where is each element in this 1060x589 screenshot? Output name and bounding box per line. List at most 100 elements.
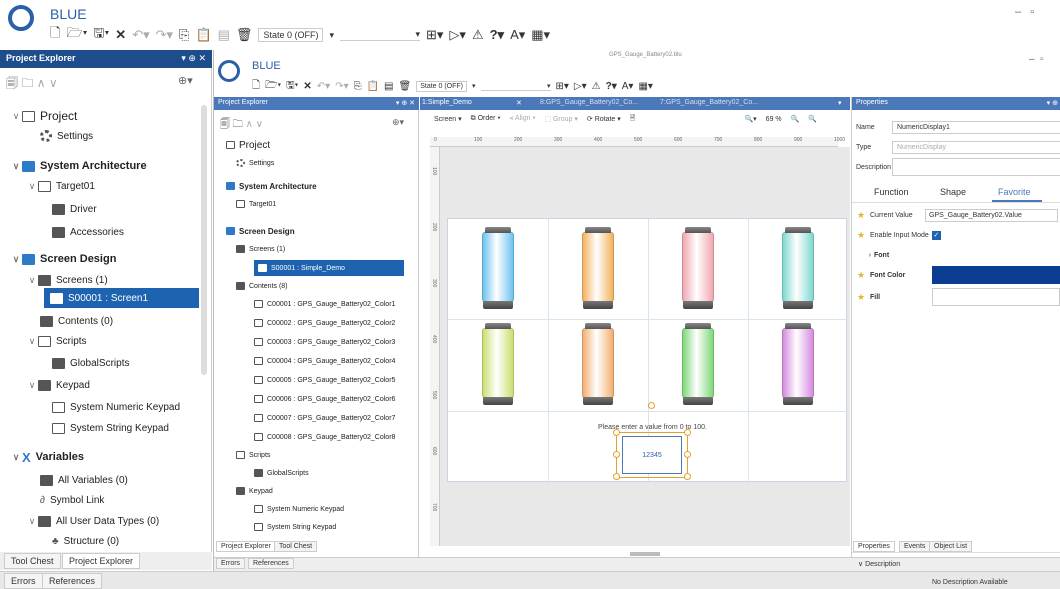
- run-icon[interactable]: ▷▾: [449, 27, 466, 43]
- inner-tree-item-globalscripts[interactable]: GlobalScripts: [254, 465, 309, 481]
- inner-tree-item-settings[interactable]: Settings: [236, 155, 274, 171]
- prop-current-value[interactable]: GPS_Gauge_Battery02.Value: [925, 208, 1058, 222]
- group-menu[interactable]: ⬚ Group ▾: [544, 115, 578, 123]
- inner-tree-item-project[interactable]: Project: [226, 137, 270, 153]
- copy-icon[interactable]: ⎘: [179, 27, 189, 43]
- state-select[interactable]: State 0 (OFF): [258, 28, 324, 42]
- properties-pin-icon[interactable]: ▾ ⊕: [1047, 99, 1058, 107]
- font-color-swatch[interactable]: [932, 266, 1060, 284]
- tree-item-driver[interactable]: Driver: [52, 199, 97, 219]
- help-icon[interactable]: ?▾: [490, 27, 504, 43]
- resize-handle-mr[interactable]: [684, 451, 691, 458]
- tree-item-user-data-types[interactable]: ∨ All User Data Types (0): [26, 511, 159, 531]
- preview-icon[interactable]: 🗎: [630, 114, 636, 125]
- save-icon[interactable]: 🖫▾: [93, 24, 109, 46]
- inner-tree-item-scripts[interactable]: Scripts: [236, 447, 270, 463]
- tree-item-structure[interactable]: ♣ Structure (0): [52, 531, 119, 551]
- inner-state-dropdown-icon[interactable]: ▾: [472, 82, 476, 90]
- inner-tab-errors[interactable]: Errors: [216, 558, 246, 569]
- inner-tree-item-content-8[interactable]: C00008 : GPS_Gauge_Battery02_Color8: [254, 429, 395, 445]
- window-controls[interactable]: – ▫: [1015, 6, 1034, 18]
- selection-handles[interactable]: [616, 432, 688, 478]
- inner-panel-pin-icon[interactable]: ▾ ⊕ ✕: [396, 99, 415, 107]
- battery-gauge[interactable]: [682, 227, 714, 309]
- favorite-star-icon[interactable]: ★: [852, 210, 870, 221]
- inner-explorer-settings-icon[interactable]: ⊕▾: [392, 117, 404, 128]
- tree-item-scripts[interactable]: ∨ Scripts: [26, 331, 87, 351]
- resize-handle-top[interactable]: [648, 402, 655, 409]
- undo-icon[interactable]: ↶▾: [132, 27, 149, 43]
- battery-gauge[interactable]: [582, 323, 614, 405]
- tab-properties[interactable]: Properties: [853, 541, 895, 552]
- font-size-icon[interactable]: A▾: [510, 27, 525, 43]
- zoom-in-icon[interactable]: 🔍: [791, 115, 800, 123]
- tab-events[interactable]: Events: [899, 541, 931, 552]
- inner-window-controls[interactable]: – ▫: [1029, 54, 1044, 65]
- inner-open-icon[interactable]: 🗁▾: [265, 78, 281, 95]
- inner-redo-icon[interactable]: ↷▾: [335, 81, 348, 92]
- fill-swatch[interactable]: [932, 288, 1060, 306]
- tree-item-screens[interactable]: ∨ Screens (1): [26, 270, 108, 290]
- outer-explorer-settings-icon[interactable]: ⊕▾: [178, 74, 193, 87]
- inner-tree-item-content-5[interactable]: C00005 : GPS_Gauge_Battery02_Color5: [254, 372, 395, 388]
- tree-item-screen1-selected[interactable]: S00001 : Screen1: [44, 288, 199, 308]
- inner-tab-project-explorer[interactable]: Project Explorer: [216, 541, 276, 552]
- tab-favorite[interactable]: Favorite: [998, 187, 1031, 197]
- inner-save-icon[interactable]: 🖫▾: [286, 78, 298, 95]
- zoom-out-icon[interactable]: 🔍▾: [744, 115, 756, 123]
- down-icon[interactable]: ∨: [49, 76, 58, 90]
- tree-item-contents[interactable]: Contents (0): [40, 311, 113, 331]
- tree-item-variables[interactable]: ∨ X Variables: [10, 447, 84, 467]
- zoom-level[interactable]: 69 %: [766, 116, 782, 123]
- enable-input-checkbox[interactable]: ✓: [931, 230, 941, 240]
- inner-tree-item-content-3[interactable]: C00003 : GPS_Gauge_Battery02_Color3: [254, 334, 395, 350]
- inner-font-icon[interactable]: A▾: [622, 81, 634, 92]
- inner-tree-item-numeric-keypad[interactable]: System Numeric Keypad: [254, 501, 344, 517]
- battery-gauge[interactable]: [782, 323, 814, 405]
- tab-object-list[interactable]: Object List: [929, 541, 973, 552]
- resize-handle-bl[interactable]: [613, 473, 620, 480]
- screen-canvas[interactable]: Please enter a value from 0 to 100. 1234…: [447, 218, 848, 483]
- layout-icon[interactable]: ⊞▾: [426, 27, 443, 43]
- expand-icon[interactable]: 🗐: [6, 76, 18, 90]
- resize-handle-ml[interactable]: [613, 451, 620, 458]
- inner-tree-item-content-2[interactable]: C00002 : GPS_Gauge_Battery02_Color2: [254, 315, 395, 331]
- battery-gauge[interactable]: [682, 323, 714, 405]
- inner-tree-item-target01[interactable]: Target01: [236, 196, 276, 212]
- canvas-area[interactable]: Please enter a value from 0 to 100. 1234…: [440, 147, 850, 556]
- favorite-star-icon[interactable]: ★: [852, 270, 870, 281]
- prop-description-input[interactable]: [892, 158, 1060, 176]
- screen-menu[interactable]: Screen ▾: [434, 115, 462, 123]
- rotate-menu[interactable]: ⟳ Rotate ▾: [587, 115, 621, 123]
- prop-font-row[interactable]: › Font: [852, 245, 1060, 265]
- grid-icon[interactable]: ▦▾: [531, 27, 550, 43]
- redo-icon[interactable]: ↷▾: [156, 27, 173, 43]
- state-extra-select[interactable]: ▾: [339, 29, 420, 41]
- inner-tree-item-screen-design[interactable]: Screen Design: [226, 223, 295, 239]
- inner-tree-item-keypad[interactable]: Keypad: [236, 483, 273, 499]
- tab-tool-chest[interactable]: Tool Chest: [4, 553, 61, 569]
- inner-tree-item-contents[interactable]: Contents (8): [236, 278, 288, 294]
- tree-item-settings[interactable]: Settings: [40, 126, 93, 146]
- doc-tab-battery-7[interactable]: 7:GPS_Gauge_Battery02_Co...: [660, 99, 758, 106]
- inner-transfer-icon[interactable]: ⚠: [592, 81, 601, 92]
- align-menu[interactable]: ⫷ Align ▾: [509, 115, 535, 123]
- tab-project-explorer[interactable]: Project Explorer: [62, 553, 141, 569]
- inner-help-icon[interactable]: ?▾: [606, 81, 617, 92]
- resize-handle-br[interactable]: [684, 473, 691, 480]
- inner-run-icon[interactable]: ▷▾: [574, 81, 587, 92]
- transfer-icon[interactable]: ⚠: [472, 27, 484, 43]
- doc-tab-close-icon[interactable]: ✕: [516, 99, 522, 107]
- inner-tree-item-content-1[interactable]: C00001 : GPS_Gauge_Battery02_Color1: [254, 296, 395, 312]
- battery-gauge[interactable]: [482, 323, 514, 405]
- inner-tree-item-system-architecture[interactable]: System Architecture: [226, 178, 317, 194]
- inner-tab-references[interactable]: References: [248, 558, 294, 569]
- inner-delete-icon[interactable]: 🗑: [399, 81, 412, 92]
- inner-tree-item-string-keypad[interactable]: System String Keypad: [254, 519, 336, 535]
- panel-pin-icon[interactable]: ▾ ⊕ ✕: [181, 53, 206, 64]
- description-section-label[interactable]: ∨ Description: [858, 560, 900, 568]
- tab-errors[interactable]: Errors: [4, 573, 43, 589]
- tree-item-system-architecture[interactable]: ∨ System Architecture: [10, 156, 147, 176]
- cut-icon[interactable]: ▤: [218, 27, 230, 43]
- tree-item-screen-design[interactable]: ∨ Screen Design: [10, 249, 117, 269]
